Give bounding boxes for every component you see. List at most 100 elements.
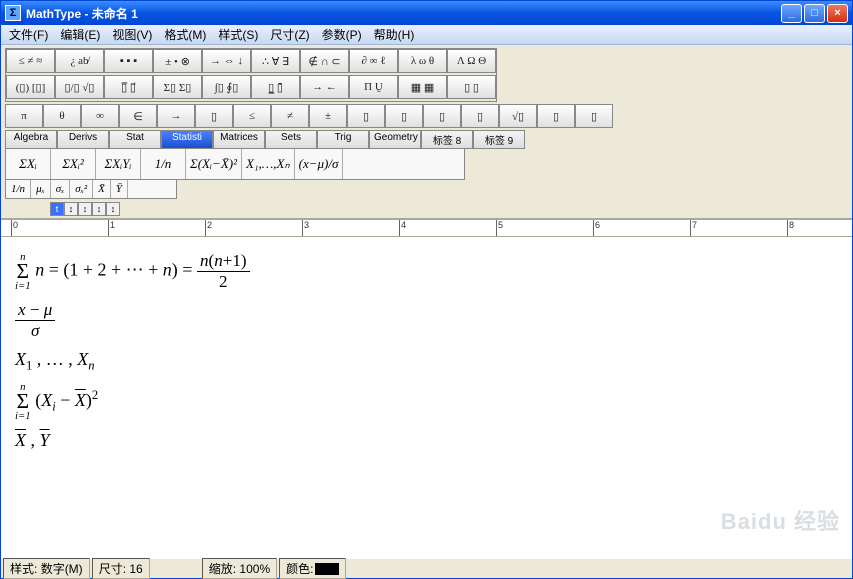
- tab-algebra[interactable]: Algebra: [5, 130, 57, 149]
- equation-line-2[interactable]: x − μσ: [15, 300, 838, 341]
- tab-stop-icon[interactable]: ↕: [106, 202, 120, 216]
- palette-btn[interactable]: ▦ ▦: [398, 75, 447, 99]
- tab-标签 9[interactable]: 标签 9: [473, 130, 525, 149]
- palette-btn[interactable]: ≤ ≠ ≈: [6, 49, 55, 73]
- palette-btn[interactable]: ∉ ∩ ⊂: [300, 49, 349, 73]
- minimize-button[interactable]: _: [781, 4, 802, 23]
- menu-size[interactable]: 尺寸(Z): [264, 24, 315, 45]
- palette-btn[interactable]: θ: [43, 104, 81, 128]
- sigma-icon: Σ: [17, 392, 30, 410]
- palette-btn[interactable]: ▯̲ ▯̄: [251, 75, 300, 99]
- ruler-mark: 4: [399, 220, 406, 236]
- menu-help[interactable]: 帮助(H): [368, 24, 421, 45]
- tab-stop-icon[interactable]: ↕: [78, 202, 92, 216]
- template-small-cell[interactable]: 1/n: [6, 180, 31, 198]
- tab-derivs[interactable]: Derivs: [57, 130, 109, 149]
- palette-btn[interactable]: ▯: [195, 104, 233, 128]
- palette-btn[interactable]: ▯/▯ √▯: [55, 75, 104, 99]
- palette-btn[interactable]: (▯) [▯]: [6, 75, 55, 99]
- menu-bar: 文件(F) 编辑(E) 视图(V) 格式(M) 样式(S) 尺寸(Z) 参数(P…: [1, 25, 852, 45]
- ruler[interactable]: 012345678: [1, 219, 852, 237]
- stop-icons: t↕↕↕↕: [5, 202, 848, 216]
- palette-btn[interactable]: ▯: [537, 104, 575, 128]
- menu-style[interactable]: 样式(S): [212, 24, 264, 45]
- equation-line-4[interactable]: nΣi=1 (Xi − X)2: [15, 382, 838, 422]
- ruler-mark: 1: [108, 220, 115, 236]
- palette-btn[interactable]: ▯̅ ▯⃗: [104, 75, 153, 99]
- template-small-cell[interactable]: σₓ: [51, 180, 71, 198]
- palette-btn[interactable]: ± • ⊗: [153, 49, 202, 73]
- palette-btn[interactable]: ▯: [423, 104, 461, 128]
- tab-stop-icon[interactable]: ↕: [92, 202, 106, 216]
- palette-btn[interactable]: ▯ ▯: [447, 75, 496, 99]
- status-bar: 样式: 数字(M) 尺寸: 16 缩放: 100% 颜色:: [1, 558, 852, 578]
- palette-btn[interactable]: ¿ ab̸: [55, 49, 104, 73]
- palette-btn[interactable]: Λ Ω Θ: [447, 49, 496, 73]
- template-small-cell[interactable]: μₓ: [31, 180, 51, 198]
- palette-btn[interactable]: ∈: [119, 104, 157, 128]
- palette-btn[interactable]: ▯: [575, 104, 613, 128]
- template-cell[interactable]: (x−μ)/σ: [295, 149, 344, 179]
- template-cell[interactable]: 1/n: [141, 149, 186, 179]
- ruler-mark: 2: [205, 220, 212, 236]
- equation-editor[interactable]: nΣi=1 n = (1 + 2 + ⋯ + n) = n(n+1)2 x − …: [1, 237, 852, 558]
- tab-matrices[interactable]: Matrices: [213, 130, 265, 149]
- palette-btn[interactable]: ±: [309, 104, 347, 128]
- tab-标签 8[interactable]: 标签 8: [421, 130, 473, 149]
- template-small-cell[interactable]: Ȳ: [111, 180, 128, 198]
- palette-btn[interactable]: ≠: [271, 104, 309, 128]
- palette-btn[interactable]: √▯: [499, 104, 537, 128]
- template-cell[interactable]: ΣXᵢ: [6, 149, 51, 179]
- tab-sets[interactable]: Sets: [265, 130, 317, 149]
- template-cell[interactable]: X₁,…,Xₙ: [242, 149, 295, 179]
- template-small-cell[interactable]: σₓ²: [70, 180, 93, 198]
- tab-statisti[interactable]: Statisti: [161, 130, 213, 149]
- template-cell[interactable]: ΣXᵢ²: [51, 149, 96, 179]
- palette-btn[interactable]: ∫▯ ∮▯: [202, 75, 251, 99]
- tab-trig[interactable]: Trig: [317, 130, 369, 149]
- status-color[interactable]: 颜色:: [279, 558, 346, 579]
- palette-btn[interactable]: λ ω θ: [398, 49, 447, 73]
- template-small-cell[interactable]: X̄: [93, 180, 111, 198]
- palette-btn[interactable]: ∞: [81, 104, 119, 128]
- equation-line-1[interactable]: nΣi=1 n = (1 + 2 + ⋯ + n) = n(n+1)2: [15, 251, 838, 292]
- palette-btn[interactable]: ∴ ∀ ∃: [251, 49, 300, 73]
- template-tabs: AlgebraDerivsStatStatistiMatricesSetsTri…: [5, 130, 848, 149]
- tab-stop-icon[interactable]: t: [50, 202, 64, 216]
- window-title: MathType - 未命名 1: [26, 5, 781, 22]
- title-bar[interactable]: Σ MathType - 未命名 1 _ □ ×: [1, 1, 852, 25]
- palette-btn[interactable]: ▯: [385, 104, 423, 128]
- template-cell[interactable]: Σ(Xᵢ−X̄)²: [186, 149, 242, 179]
- palette-btn[interactable]: → ⇔ ↓: [202, 49, 251, 73]
- app-icon: Σ: [5, 5, 21, 21]
- ruler-mark: 8: [787, 220, 794, 236]
- tab-stop-icon[interactable]: ↕: [64, 202, 78, 216]
- tab-stat[interactable]: Stat: [109, 130, 161, 149]
- equation-line-5[interactable]: X , Y: [15, 430, 838, 451]
- palette-btn[interactable]: ▪ ▪ ▪: [104, 49, 153, 73]
- menu-params[interactable]: 参数(P): [316, 24, 368, 45]
- menu-view[interactable]: 视图(V): [106, 24, 158, 45]
- menu-format[interactable]: 格式(M): [158, 24, 212, 45]
- palette-btn[interactable]: ▯: [461, 104, 499, 128]
- toolbar-area: ≤ ≠ ≈¿ ab̸▪ ▪ ▪± • ⊗→ ⇔ ↓∴ ∀ ∃∉ ∩ ⊂∂ ∞ ℓ…: [1, 45, 852, 219]
- watermark: Baidu 经验: [721, 504, 840, 536]
- template-cell[interactable]: ΣXᵢYᵢ: [96, 149, 141, 179]
- symbol-palette-row-2: (▯) [▯]▯/▯ √▯▯̅ ▯⃗Σ▯ Σ▯∫▯ ∮▯▯̲ ▯̄→ ←Π Ṵ▦…: [6, 75, 496, 99]
- palette-btn[interactable]: → ←: [300, 75, 349, 99]
- symbol-palette-row-1: ≤ ≠ ≈¿ ab̸▪ ▪ ▪± • ⊗→ ⇔ ↓∴ ∀ ∃∉ ∩ ⊂∂ ∞ ℓ…: [6, 49, 496, 73]
- close-button[interactable]: ×: [827, 4, 848, 23]
- menu-edit[interactable]: 编辑(E): [54, 24, 106, 45]
- palette-btn[interactable]: ≤: [233, 104, 271, 128]
- maximize-button[interactable]: □: [804, 4, 825, 23]
- template-row-1: ΣXᵢΣXᵢ²ΣXᵢYᵢ1/nΣ(Xᵢ−X̄)²X₁,…,Xₙ(x−μ)/σ: [5, 149, 465, 180]
- palette-btn[interactable]: ∂ ∞ ℓ: [349, 49, 398, 73]
- tab-geometry[interactable]: Geometry: [369, 130, 421, 149]
- palette-btn[interactable]: π: [5, 104, 43, 128]
- palette-btn[interactable]: Π Ṵ: [349, 75, 398, 99]
- menu-file[interactable]: 文件(F): [3, 24, 54, 45]
- palette-btn[interactable]: ▯: [347, 104, 385, 128]
- palette-btn[interactable]: Σ▯ Σ▯: [153, 75, 202, 99]
- equation-line-3[interactable]: X1 , … , Xn: [15, 349, 838, 374]
- palette-btn[interactable]: →: [157, 104, 195, 128]
